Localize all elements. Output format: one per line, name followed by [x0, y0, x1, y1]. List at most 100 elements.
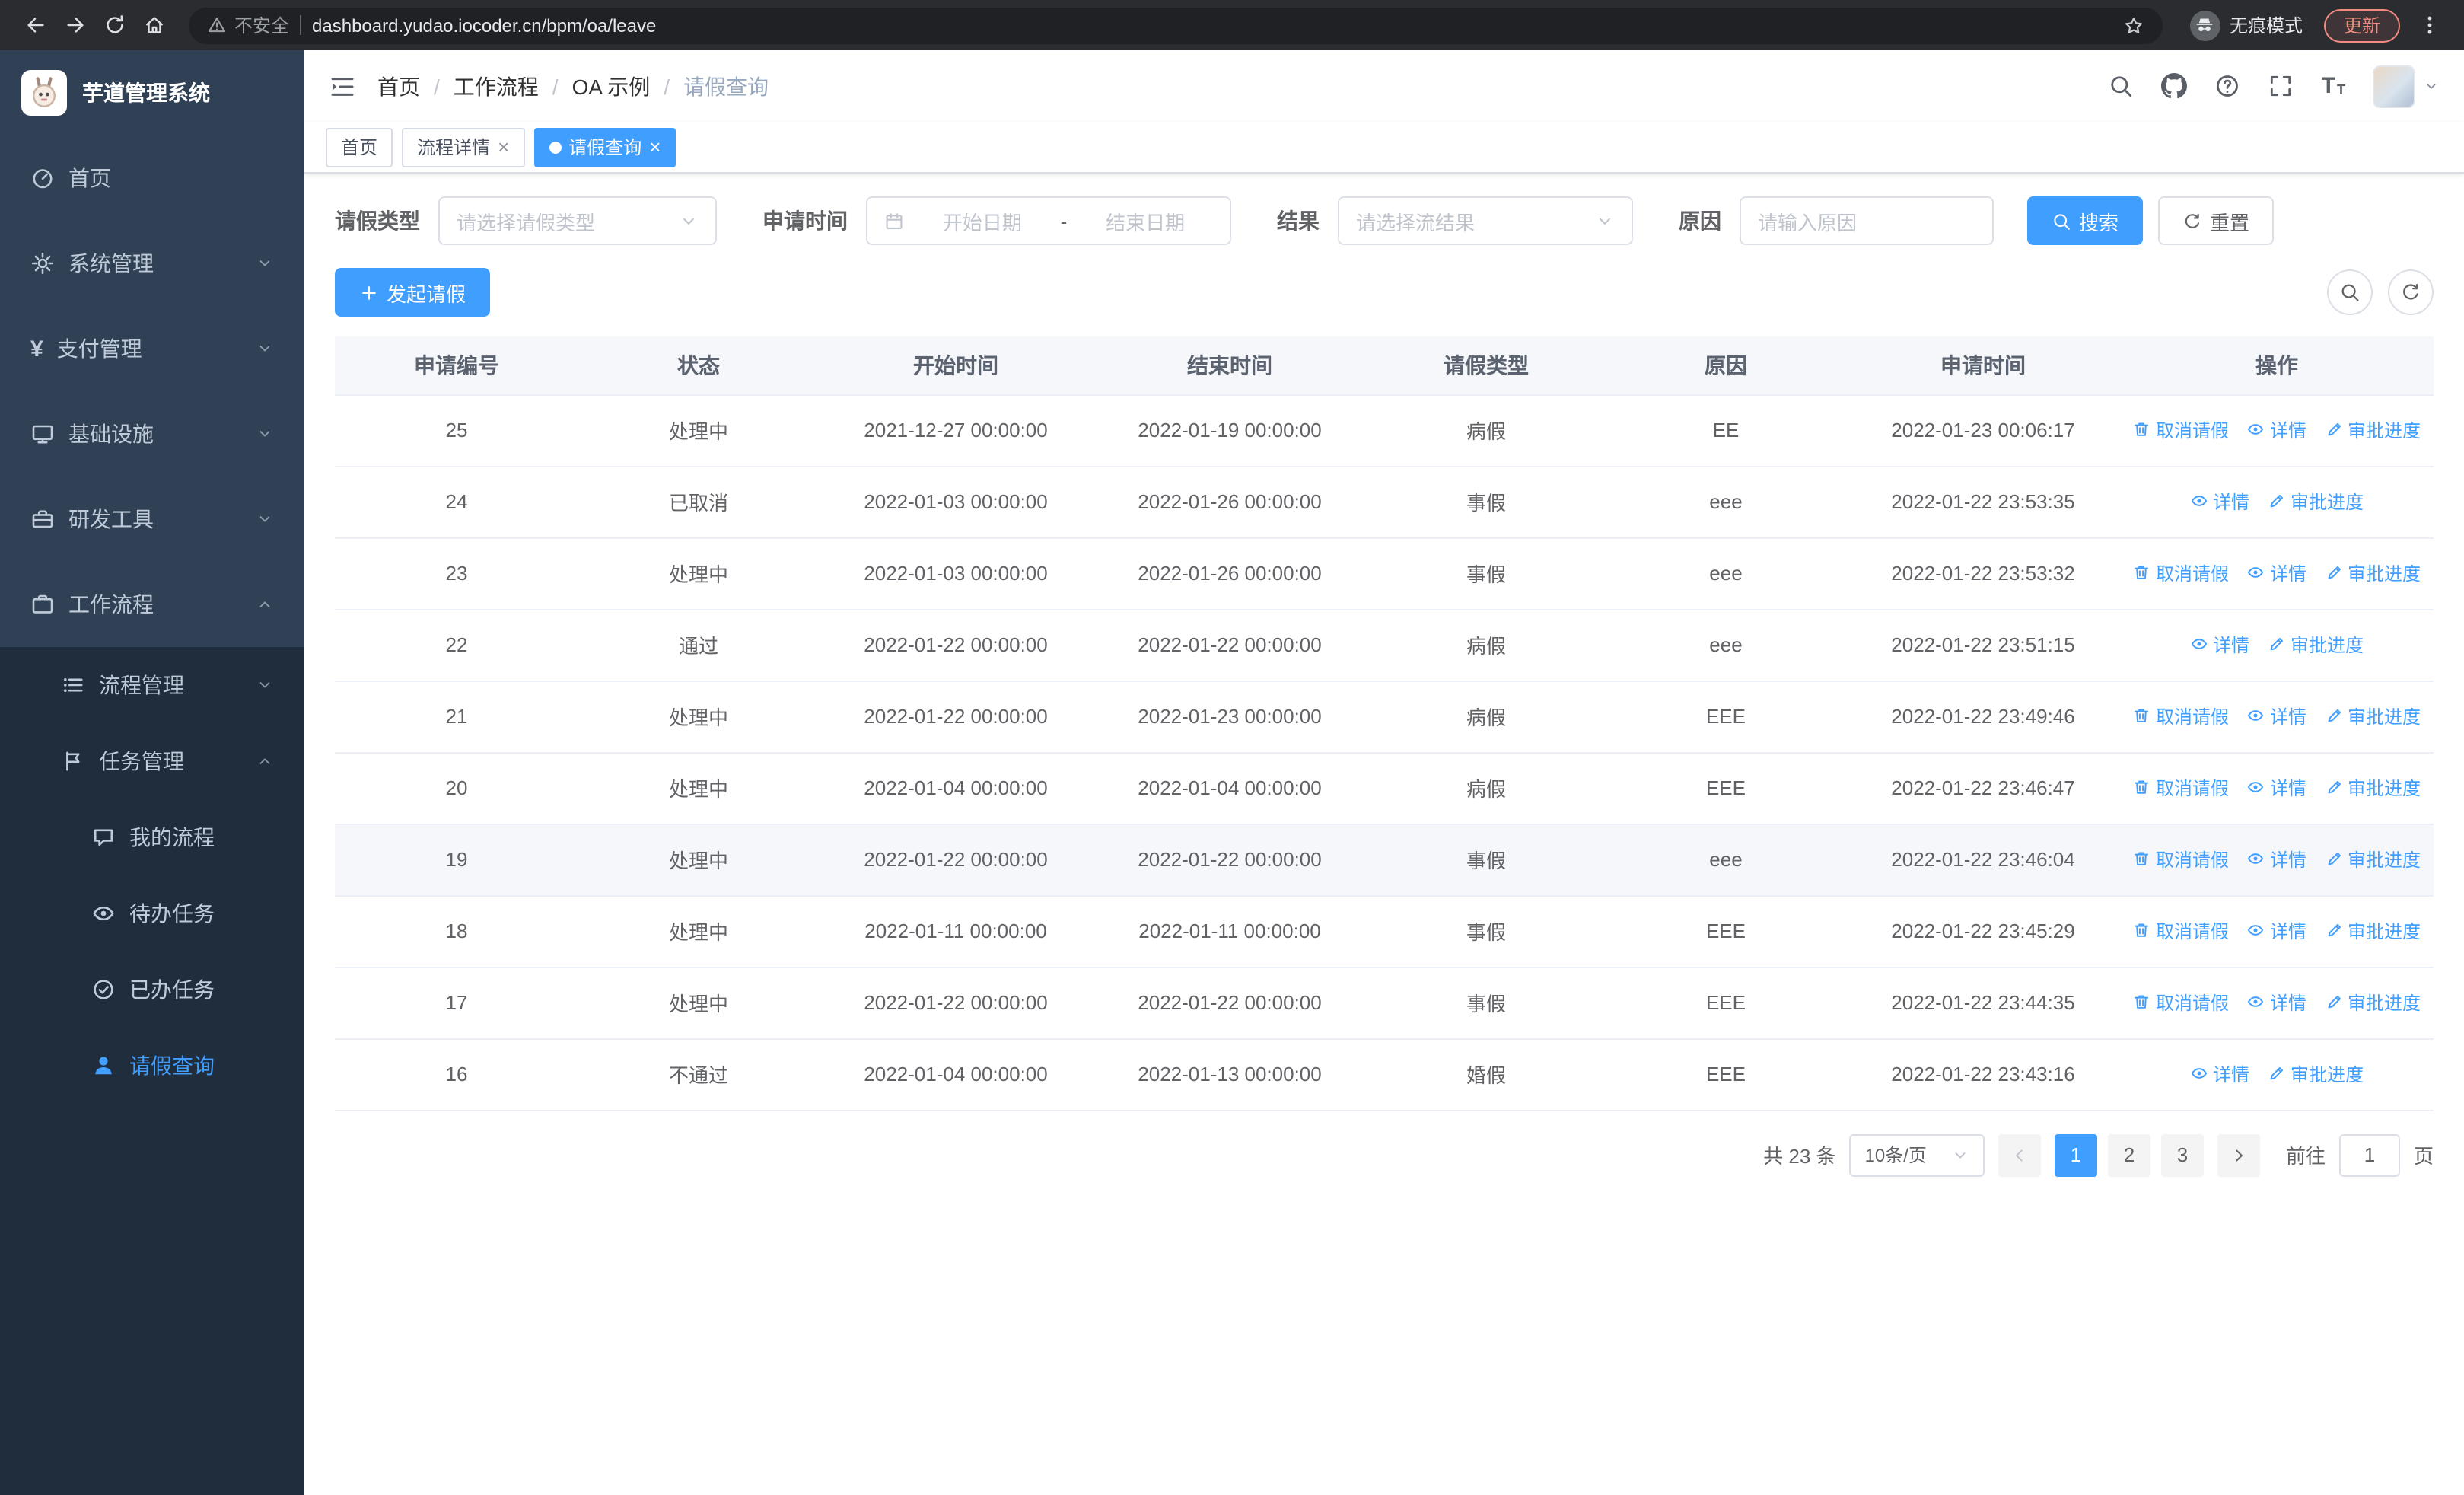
action-detail-link[interactable]: 详情	[2247, 846, 2306, 872]
cell-reason: EEE	[1606, 895, 1846, 967]
fullscreen-icon[interactable]	[2268, 73, 2294, 99]
tab-home[interactable]: 首页	[326, 127, 393, 167]
action-cancel-link[interactable]: 取消请假	[2133, 560, 2229, 586]
sidebar-item-done-tasks[interactable]: 已办任务	[0, 952, 304, 1028]
browser-back-button[interactable]	[15, 5, 55, 45]
sidebar-toggle-button[interactable]	[329, 72, 356, 100]
action-detail-link[interactable]: 详情	[2247, 560, 2306, 586]
sidebar-item-my-process[interactable]: 我的流程	[0, 799, 304, 875]
cell-type: 病假	[1367, 609, 1606, 681]
bookmark-star-icon[interactable]	[2123, 14, 2144, 36]
action-progress-link[interactable]: 审批进度	[2268, 1061, 2364, 1087]
cell-actions: 取消请假 详情 审批进度	[2120, 394, 2434, 467]
page-button-1[interactable]: 1	[2054, 1133, 2097, 1176]
cell-actions: 取消请假 详情 审批进度	[2120, 681, 2434, 753]
date-range-separator: -	[1060, 209, 1068, 232]
action-detail-link[interactable]: 详情	[2247, 703, 2306, 729]
action-progress-link[interactable]: 审批进度	[2268, 632, 2364, 658]
browser-home-button[interactable]	[134, 5, 173, 45]
trash-icon	[2133, 779, 2151, 797]
action-progress-link[interactable]: 审批进度	[2268, 489, 2364, 515]
action-cancel-link[interactable]: 取消请假	[2133, 846, 2229, 872]
start-date-placeholder: 开始日期	[942, 211, 1022, 234]
sidebar-item-system[interactable]: 系统管理	[0, 221, 304, 306]
action-detail-link[interactable]: 详情	[2190, 1061, 2249, 1087]
leave-type-select[interactable]: 请选择请假类型	[438, 196, 717, 245]
action-progress-link[interactable]: 审批进度	[2325, 703, 2421, 729]
action-detail-link[interactable]: 详情	[2190, 632, 2249, 658]
font-size-icon[interactable]: TT	[2322, 75, 2345, 97]
cell-reason: eee	[1606, 824, 1846, 896]
sidebar-item-process-management[interactable]: 流程管理	[0, 647, 304, 723]
sidebar-item-devtools[interactable]: 研发工具	[0, 477, 304, 562]
action-detail-link[interactable]: 详情	[2247, 417, 2306, 443]
sidebar-item-infrastructure[interactable]: 基础设施	[0, 391, 304, 477]
toggle-search-button[interactable]	[2327, 269, 2373, 315]
action-progress-link[interactable]: 审批进度	[2325, 990, 2421, 1015]
address-bar[interactable]: 不安全 dashboard.yudao.iocoder.cn/bpm/oa/le…	[189, 7, 2163, 43]
sidebar-item-workflow[interactable]: 工作流程	[0, 562, 304, 647]
action-detail-link[interactable]: 详情	[2190, 489, 2249, 515]
sidebar-item-task-management[interactable]: 任务管理	[0, 723, 304, 799]
action-progress-link[interactable]: 审批进度	[2325, 775, 2421, 801]
action-cancel-link[interactable]: 取消请假	[2133, 775, 2229, 801]
page-button-3[interactable]: 3	[2160, 1133, 2204, 1176]
browser-reload-button[interactable]	[94, 5, 134, 45]
table-row: 16 不通过 2022-01-04 00:00:00 2022-01-13 00:00…	[335, 1038, 2434, 1111]
eye-icon	[2247, 779, 2265, 797]
help-icon[interactable]	[2215, 73, 2241, 99]
prev-page-button[interactable]	[1998, 1133, 2041, 1176]
breadcrumb-item[interactable]: 首页	[377, 71, 420, 101]
result-select[interactable]: 请选择流结果	[1338, 196, 1633, 245]
action-progress-link[interactable]: 审批进度	[2325, 417, 2421, 443]
next-page-button[interactable]	[2217, 1133, 2260, 1176]
cell-actions: 取消请假 详情 审批进度	[2120, 537, 2434, 610]
goto-label: 前往	[2285, 1145, 2326, 1168]
tab-close-icon[interactable]: ×	[498, 137, 509, 157]
github-icon[interactable]	[2161, 73, 2188, 99]
action-progress-link[interactable]: 审批进度	[2325, 560, 2421, 586]
action-label: 取消请假	[2155, 992, 2229, 1014]
sidebar-item-todo-tasks[interactable]: 待办任务	[0, 875, 304, 952]
page-size-select[interactable]: 10条/页	[1849, 1133, 1985, 1176]
cell-id: 17	[335, 967, 578, 1039]
action-cancel-link[interactable]: 取消请假	[2133, 417, 2229, 443]
action-detail-link[interactable]: 详情	[2247, 918, 2306, 944]
sidebar-item-home[interactable]: 首页	[0, 135, 304, 221]
action-progress-link[interactable]: 审批进度	[2325, 846, 2421, 872]
create-leave-button[interactable]: 发起请假	[335, 268, 491, 317]
browser-forward-button[interactable]	[55, 5, 94, 45]
breadcrumb-item[interactable]: OA 示例	[572, 71, 651, 101]
search-button-label: 搜索	[2079, 211, 2119, 234]
action-cancel-link[interactable]: 取消请假	[2133, 703, 2229, 729]
browser-menu-button[interactable]	[2409, 5, 2449, 45]
refresh-table-button[interactable]	[2388, 269, 2434, 315]
avatar[interactable]	[2373, 65, 2415, 107]
action-progress-link[interactable]: 审批进度	[2325, 918, 2421, 944]
reason-input[interactable]: 请输入原因	[1740, 196, 1994, 245]
cell-end: 2022-01-13 00:00:00	[1093, 1038, 1367, 1111]
tab-leave-query[interactable]: 请假查询 ×	[533, 127, 676, 167]
goto-page-input[interactable]	[2338, 1133, 2400, 1176]
cell-status: 通过	[578, 609, 819, 681]
plus-icon	[359, 282, 379, 302]
security-indicator[interactable]: 不安全	[207, 12, 289, 38]
sidebar-item-leave-query[interactable]: 请假查询	[0, 1028, 304, 1104]
action-detail-link[interactable]: 详情	[2247, 990, 2306, 1015]
browser-update-button[interactable]: 更新	[2323, 8, 2400, 42]
action-cancel-link[interactable]: 取消请假	[2133, 918, 2229, 944]
page-button-2[interactable]: 2	[2107, 1133, 2150, 1176]
apply-time-range-picker[interactable]: 开始日期 - 结束日期	[866, 196, 1231, 245]
user-menu[interactable]	[2373, 65, 2440, 107]
header-search-icon[interactable]	[2109, 73, 2135, 99]
app-logo[interactable]: 芋道管理系统	[0, 50, 304, 135]
sidebar-item-payment[interactable]: ¥ 支付管理	[0, 306, 304, 391]
search-button[interactable]: 搜索	[2027, 196, 2144, 245]
sidebar-item-label: 首页	[68, 166, 111, 190]
action-cancel-link[interactable]: 取消请假	[2133, 990, 2229, 1015]
tab-close-icon[interactable]: ×	[649, 137, 661, 157]
breadcrumb-item[interactable]: 工作流程	[454, 71, 539, 101]
reset-button[interactable]: 重置	[2158, 196, 2275, 245]
tab-process-detail[interactable]: 流程详情 ×	[402, 127, 525, 167]
action-detail-link[interactable]: 详情	[2247, 775, 2306, 801]
